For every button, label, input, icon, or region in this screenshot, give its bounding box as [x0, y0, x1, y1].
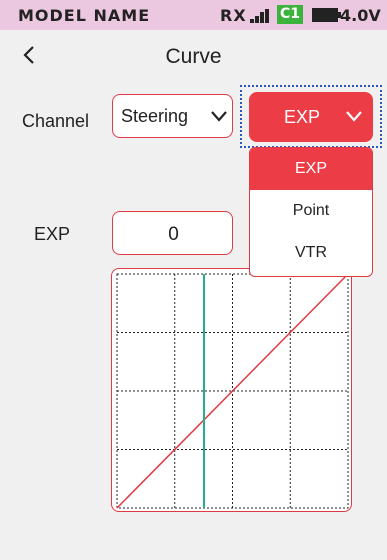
- option-exp[interactable]: EXP: [250, 148, 372, 190]
- exp-value: 0: [168, 224, 179, 245]
- exp-label: EXP: [34, 224, 71, 244]
- curve-type-select[interactable]: EXP: [249, 92, 373, 142]
- channel-select[interactable]: Steering: [112, 94, 233, 138]
- channel-badge: C1: [277, 5, 303, 24]
- curve-graph-canvas: [116, 273, 349, 509]
- curve-graph: [111, 268, 352, 512]
- rx-label: RX: [220, 6, 247, 25]
- signal-strength-icon: [250, 9, 272, 23]
- channel-label: Channel: [22, 111, 90, 131]
- curve-type-value: EXP: [284, 107, 321, 127]
- page-title: Curve: [165, 45, 222, 68]
- channel-select-value: Steering: [121, 106, 189, 126]
- chevron-down-icon: [346, 111, 362, 122]
- chevron-down-icon: [211, 111, 227, 122]
- status-bar: MODEL NAME RX C1 4.0V: [0, 0, 387, 30]
- option-point[interactable]: Point: [250, 190, 372, 232]
- battery-icon: [312, 8, 338, 22]
- curve-type-dropdown: EXP Point VTR: [249, 147, 373, 277]
- exp-value-input[interactable]: 0: [112, 211, 233, 255]
- battery-voltage: 4.0V: [340, 6, 381, 25]
- option-vtr[interactable]: VTR: [250, 232, 372, 274]
- model-name: MODEL NAME: [18, 6, 151, 25]
